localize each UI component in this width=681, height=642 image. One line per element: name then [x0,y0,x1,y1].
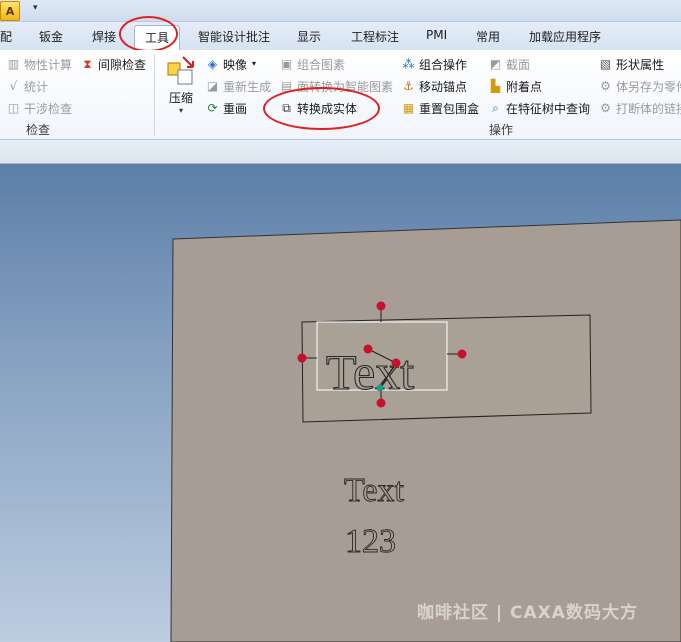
scene-canvas: Text Text 123 [170,219,681,642]
tab-assembly[interactable]: 配 [0,28,12,45]
title-bar: A ▾ [0,0,681,22]
tab-pmi[interactable]: PMI [426,28,447,42]
reset-bounding-box-icon: ▦ [402,101,415,115]
attach-point-icon: ▙ [490,79,501,93]
face-to-smart-entity-button[interactable]: ▤ 面转换为智能图素 [279,77,393,95]
tab-common[interactable]: 常用 [476,28,500,45]
tab-sheet-metal[interactable]: 钣金 [39,28,63,45]
section-icon: ◩ [489,57,502,71]
group-label-check: 检查 [26,123,51,137]
group-separator [154,54,155,136]
resize-handle-bottom[interactable] [376,398,386,408]
attach-point-button[interactable]: ▙ 附着点 [488,77,542,95]
resize-handle-right[interactable] [457,349,467,359]
break-body-link-button[interactable]: ⚙ 打断体的链接 [598,99,681,117]
regenerate-icon: ◪ [206,79,219,93]
watermark-text: 咖啡社区 | CAXA数码大方 [417,603,638,623]
statistics-icon: √ [9,79,18,93]
clearance-check-button[interactable]: ⧗ 间隙检查 [80,55,146,73]
3d-viewport[interactable]: Text Text 123 咖啡社区 | CAXA数码大方 [0,164,681,642]
combine-operation-icon: ⁂ [402,57,415,71]
save-body-as-part-icon: ⚙ [600,79,611,93]
mass-properties-icon: ▥ [7,57,20,71]
find-in-tree-button[interactable]: ⌕ 在特征树中查询 [488,99,590,117]
center-handle[interactable] [391,358,401,368]
save-body-as-part-button[interactable]: ⚙ 体另存为零件 [598,77,681,95]
statistics-button[interactable]: √ 统计 [6,77,48,95]
break-body-link-icon: ⚙ [600,101,611,115]
face-to-smart-entity-icon: ▤ [280,79,293,93]
move-anchor-icon: ⚓ [403,79,414,93]
redraw-button[interactable]: ⟳ 重画 [205,99,247,117]
tab-welding[interactable]: 焊接 [92,28,116,45]
group-label-operations: 操作 [489,123,514,137]
reset-bounding-box-button[interactable]: ▦ 重置包围盒 [401,99,479,117]
mirror-icon: ◈ [207,57,218,71]
tab-display[interactable]: 显示 [297,28,321,45]
redraw-icon: ⟳ [207,101,218,115]
find-in-tree-icon: ⌕ [492,101,499,115]
text-entity-line-1[interactable]: Text [344,472,405,510]
section-button[interactable]: ◩ 截面 [488,55,530,73]
compress-icon [167,56,194,85]
mirror-button[interactable]: ◈ 映像 ▾ [205,55,258,73]
tab-smart-design-annotation[interactable]: 智能设计批注 [198,28,270,45]
compress-dropdown-icon[interactable]: ▾ [179,106,183,115]
plate-body[interactable] [170,219,681,642]
combine-operation-button[interactable]: ⁂ 组合操作 [401,55,468,73]
text-entity-line-2[interactable]: 123 [345,523,397,561]
clearance-check-icon: ⧗ [83,57,92,71]
anchor-point[interactable] [376,384,384,392]
convert-to-solid-icon: ⧉ [282,101,291,115]
ribbon-tab-bar: 配 钣金 焊接 工具 智能设计批注 显示 工程标注 PMI 常用 加载应用程序 [0,22,681,51]
move-anchor-button[interactable]: ⚓ 移动锚点 [401,77,467,95]
ribbon-panel: ▥ 物性计算 ⧗ 间隙检查 √ 统计 ◫ 干涉检查 检查 压缩 ▾ ◈ 映像 ▾… [0,50,681,140]
interference-check-button[interactable]: ◫ 干涉检查 [6,99,72,117]
convert-to-solid-button[interactable]: ⧉ 转换成实体 [279,99,357,117]
resize-handle-top[interactable] [376,301,386,311]
shape-properties-button[interactable]: ▧ 形状属性 [598,55,664,73]
tab-engineering-dimension[interactable]: 工程标注 [351,28,399,45]
mirror-dropdown-icon[interactable]: ▾ [250,57,258,72]
quick-access-dropdown-icon[interactable]: ▾ [33,3,38,13]
combine-entities-button[interactable]: ▣ 组合图素 [279,55,345,73]
rotate-handle[interactable] [363,344,373,354]
interference-check-icon: ◫ [7,101,20,115]
tab-tools[interactable]: 工具 [134,25,181,51]
compress-button[interactable]: 压缩 ▾ [164,54,198,116]
combine-entities-icon: ▣ [280,57,293,71]
toolbar-strip [0,140,681,164]
caxa-app-icon[interactable]: A [0,1,20,21]
resize-handle-left[interactable] [297,353,307,363]
regenerate-button[interactable]: ◪ 重新生成 [205,77,271,95]
shape-properties-icon: ▧ [599,57,612,71]
tab-load-applications[interactable]: 加载应用程序 [529,28,601,45]
mass-properties-button[interactable]: ▥ 物性计算 [6,55,72,73]
